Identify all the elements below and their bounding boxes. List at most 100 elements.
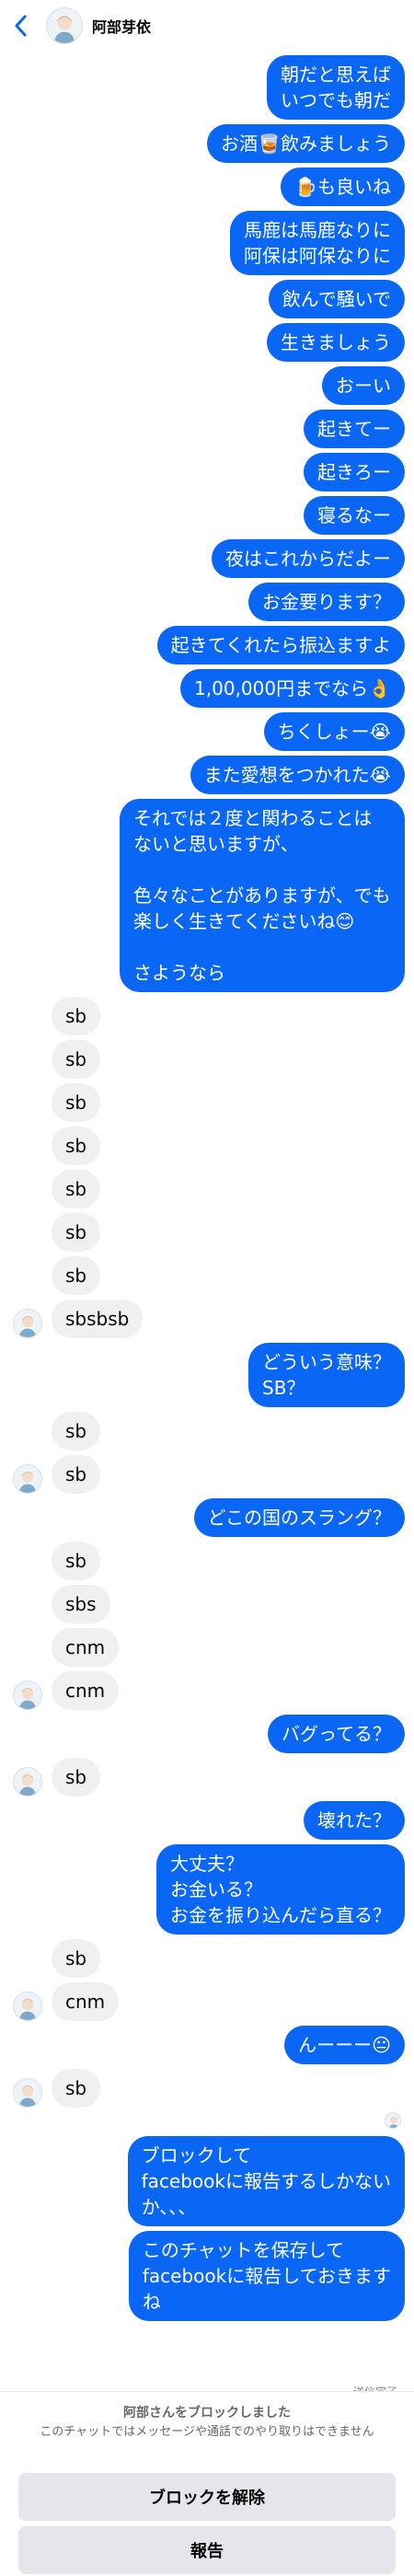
sent-message-row: どこの国のスラング？: [0, 1498, 414, 1537]
received-message-bubble[interactable]: cnm: [52, 1671, 120, 1710]
contact-avatar[interactable]: [46, 7, 83, 44]
received-message-row: cnm: [0, 1628, 414, 1667]
received-message-bubble[interactable]: sb: [52, 1040, 101, 1079]
sent-message-bubble[interactable]: 1,00,000円までなら👌: [180, 669, 405, 708]
received-message-bubble[interactable]: sb: [52, 1213, 101, 1252]
received-message-bubble[interactable]: sbs: [52, 1585, 110, 1623]
seen-indicator: [0, 2112, 414, 2129]
sender-avatar-icon[interactable]: [13, 1464, 42, 1494]
received-message-bubble[interactable]: sb: [52, 1939, 101, 1978]
received-message-row: sb: [0, 1040, 414, 1079]
sent-message-row: 壊れた？: [0, 1801, 414, 1840]
received-message-row: sbs: [0, 1585, 414, 1623]
sent-message-bubble[interactable]: お酒🥃飲みましょう: [207, 124, 405, 163]
sent-message-bubble[interactable]: 馬鹿は馬鹿なりに 阿保は阿保なりに: [230, 211, 405, 275]
received-message-row: sb: [0, 1939, 414, 1978]
sent-message-row: お酒🥃飲みましょう: [0, 124, 414, 163]
chevron-left-icon: [15, 15, 27, 37]
unblock-button[interactable]: ブロックを解除: [18, 2473, 396, 2521]
received-message-row: sb: [0, 1758, 414, 1796]
sender-avatar-icon[interactable]: [13, 1992, 42, 2021]
received-message-row: sb: [0, 1412, 414, 1450]
sent-message-bubble[interactable]: 寝るなー: [304, 496, 405, 535]
received-message-bubble[interactable]: sb: [52, 1126, 101, 1165]
sender-avatar-icon[interactable]: [13, 2078, 42, 2108]
sent-message-row: ちくしょー😭: [0, 712, 414, 751]
seen-avatar-icon: [385, 2112, 401, 2129]
sent-message-bubble[interactable]: 大丈夫？ お金いる？ お金を振り込んだら直る？: [156, 1844, 405, 1935]
sent-message-row: バグってる？: [0, 1715, 414, 1753]
received-message-row: sb: [0, 1126, 414, 1165]
sent-message-row: 大丈夫？ お金いる？ お金を振り込んだら直る？: [0, 1844, 414, 1935]
sent-message-bubble[interactable]: 朝だと思えば いつでも朝だ: [267, 55, 405, 120]
sent-message-bubble[interactable]: 壊れた？: [304, 1801, 405, 1840]
sent-message-row: 起きろー: [0, 453, 414, 491]
received-message-bubble[interactable]: cnm: [52, 1982, 120, 2021]
sent-message-bubble[interactable]: このチャットを保存して facebookに報告しておきます ね: [128, 2231, 405, 2321]
received-message-row: sbsbsb: [0, 1300, 414, 1338]
sent-message-row: それでは２度と関わることは ないと思いますが、 色々なことがありますが、でも楽し…: [0, 799, 414, 992]
chat-header: 阿部芽依: [0, 0, 414, 52]
sent-message-bubble[interactable]: また愛想をつかれた😭: [190, 756, 405, 794]
received-message-bubble[interactable]: sb: [52, 1170, 101, 1208]
received-message-row: sb: [0, 997, 414, 1035]
received-message-bubble[interactable]: cnm: [52, 1628, 120, 1667]
received-message-bubble[interactable]: sb: [52, 1412, 101, 1450]
sent-message-bubble[interactable]: バグってる？: [268, 1715, 405, 1753]
sent-message-bubble[interactable]: 起きろー: [304, 453, 405, 491]
sent-message-bubble[interactable]: どこの国のスラング？: [193, 1498, 405, 1537]
sent-message-row: また愛想をつかれた😭: [0, 756, 414, 794]
sent-message-bubble[interactable]: ちくしょー😭: [263, 712, 405, 751]
received-message-row: sb: [0, 1455, 414, 1494]
sender-avatar-icon[interactable]: [13, 1309, 42, 1338]
sent-message-row: おーい: [0, 366, 414, 405]
sender-avatar-icon[interactable]: [13, 1681, 42, 1710]
report-button[interactable]: 報告: [18, 2526, 396, 2574]
avatar-illustration-icon: [47, 8, 82, 43]
back-button[interactable]: [0, 0, 40, 52]
sent-message-row: 寝るなー: [0, 496, 414, 535]
sent-message-row: 起きてー: [0, 410, 414, 448]
received-message-bubble[interactable]: sb: [52, 1083, 101, 1122]
sent-message-bubble[interactable]: 生きましょう: [267, 323, 405, 362]
sent-message-bubble[interactable]: 🍺も良いね: [281, 167, 405, 206]
sent-message-row: 1,00,000円までなら👌: [0, 669, 414, 708]
sent-message-bubble[interactable]: どういう意味？ SB？: [248, 1343, 405, 1407]
sent-message-bubble[interactable]: おーい: [322, 366, 405, 405]
received-message-bubble[interactable]: sbsbsb: [52, 1300, 144, 1338]
blocked-subtitle: このチャットではメッセージや通話でのやり取りはできません: [40, 2425, 374, 2439]
received-message-bubble[interactable]: sb: [52, 997, 101, 1035]
blocked-title: 阿部さんをブロックしました: [123, 2406, 291, 2420]
received-message-bubble[interactable]: sb: [52, 2069, 101, 2108]
received-message-bubble[interactable]: sb: [52, 1256, 101, 1295]
received-message-bubble[interactable]: sb: [52, 1542, 101, 1580]
sent-message-row: 朝だと思えば いつでも朝だ: [0, 55, 414, 120]
sent-message-bubble[interactable]: 起きてー: [304, 410, 405, 448]
sent-message-row: 生きましょう: [0, 323, 414, 362]
sent-message-bubble[interactable]: お金要ります？: [248, 583, 405, 621]
sent-message-bubble[interactable]: 飲んで騒いで: [268, 280, 405, 318]
sent-message-row: 夜はこれからだよー: [0, 539, 414, 578]
received-message-row: sb: [0, 1213, 414, 1252]
sender-avatar-icon[interactable]: [13, 1767, 42, 1796]
sent-message-bubble[interactable]: 起きてくれたら振込ますよ: [156, 626, 405, 664]
received-message-bubble[interactable]: sb: [52, 1455, 101, 1494]
sent-message-row: ブロックして facebookに報告するしかない か、、、: [0, 2136, 414, 2226]
received-message-row: sb: [0, 1256, 414, 1295]
sent-message-bubble[interactable]: んーーー😐: [284, 2026, 405, 2064]
received-message-row: sb: [0, 1083, 414, 1122]
sent-message-row: 馬鹿は馬鹿なりに 阿保は阿保なりに: [0, 211, 414, 275]
received-message-bubble[interactable]: sb: [52, 1758, 101, 1796]
sent-message-bubble[interactable]: それでは２度と関わることは ないと思いますが、 色々なことがありますが、でも楽し…: [120, 799, 405, 992]
sent-message-row: お金要ります？: [0, 583, 414, 621]
sent-message-bubble[interactable]: ブロックして facebookに報告するしかない か、、、: [127, 2136, 405, 2226]
sent-message-row: このチャットを保存して facebookに報告しておきます ね: [0, 2231, 414, 2321]
received-message-row: sb: [0, 1542, 414, 1580]
sent-message-row: 🍺も良いね: [0, 167, 414, 206]
received-message-row: cnm: [0, 1982, 414, 2021]
received-message-row: cnm: [0, 1671, 414, 1710]
contact-name[interactable]: 阿部芽依: [92, 15, 151, 37]
message-thread: 朝だと思えば いつでも朝だお酒🥃飲みましょう 🍺も良いね馬鹿は馬鹿なりに 阿保は阿…: [0, 55, 414, 2326]
sent-message-row: んーーー😐: [0, 2026, 414, 2064]
sent-message-bubble[interactable]: 夜はこれからだよー: [212, 539, 405, 578]
